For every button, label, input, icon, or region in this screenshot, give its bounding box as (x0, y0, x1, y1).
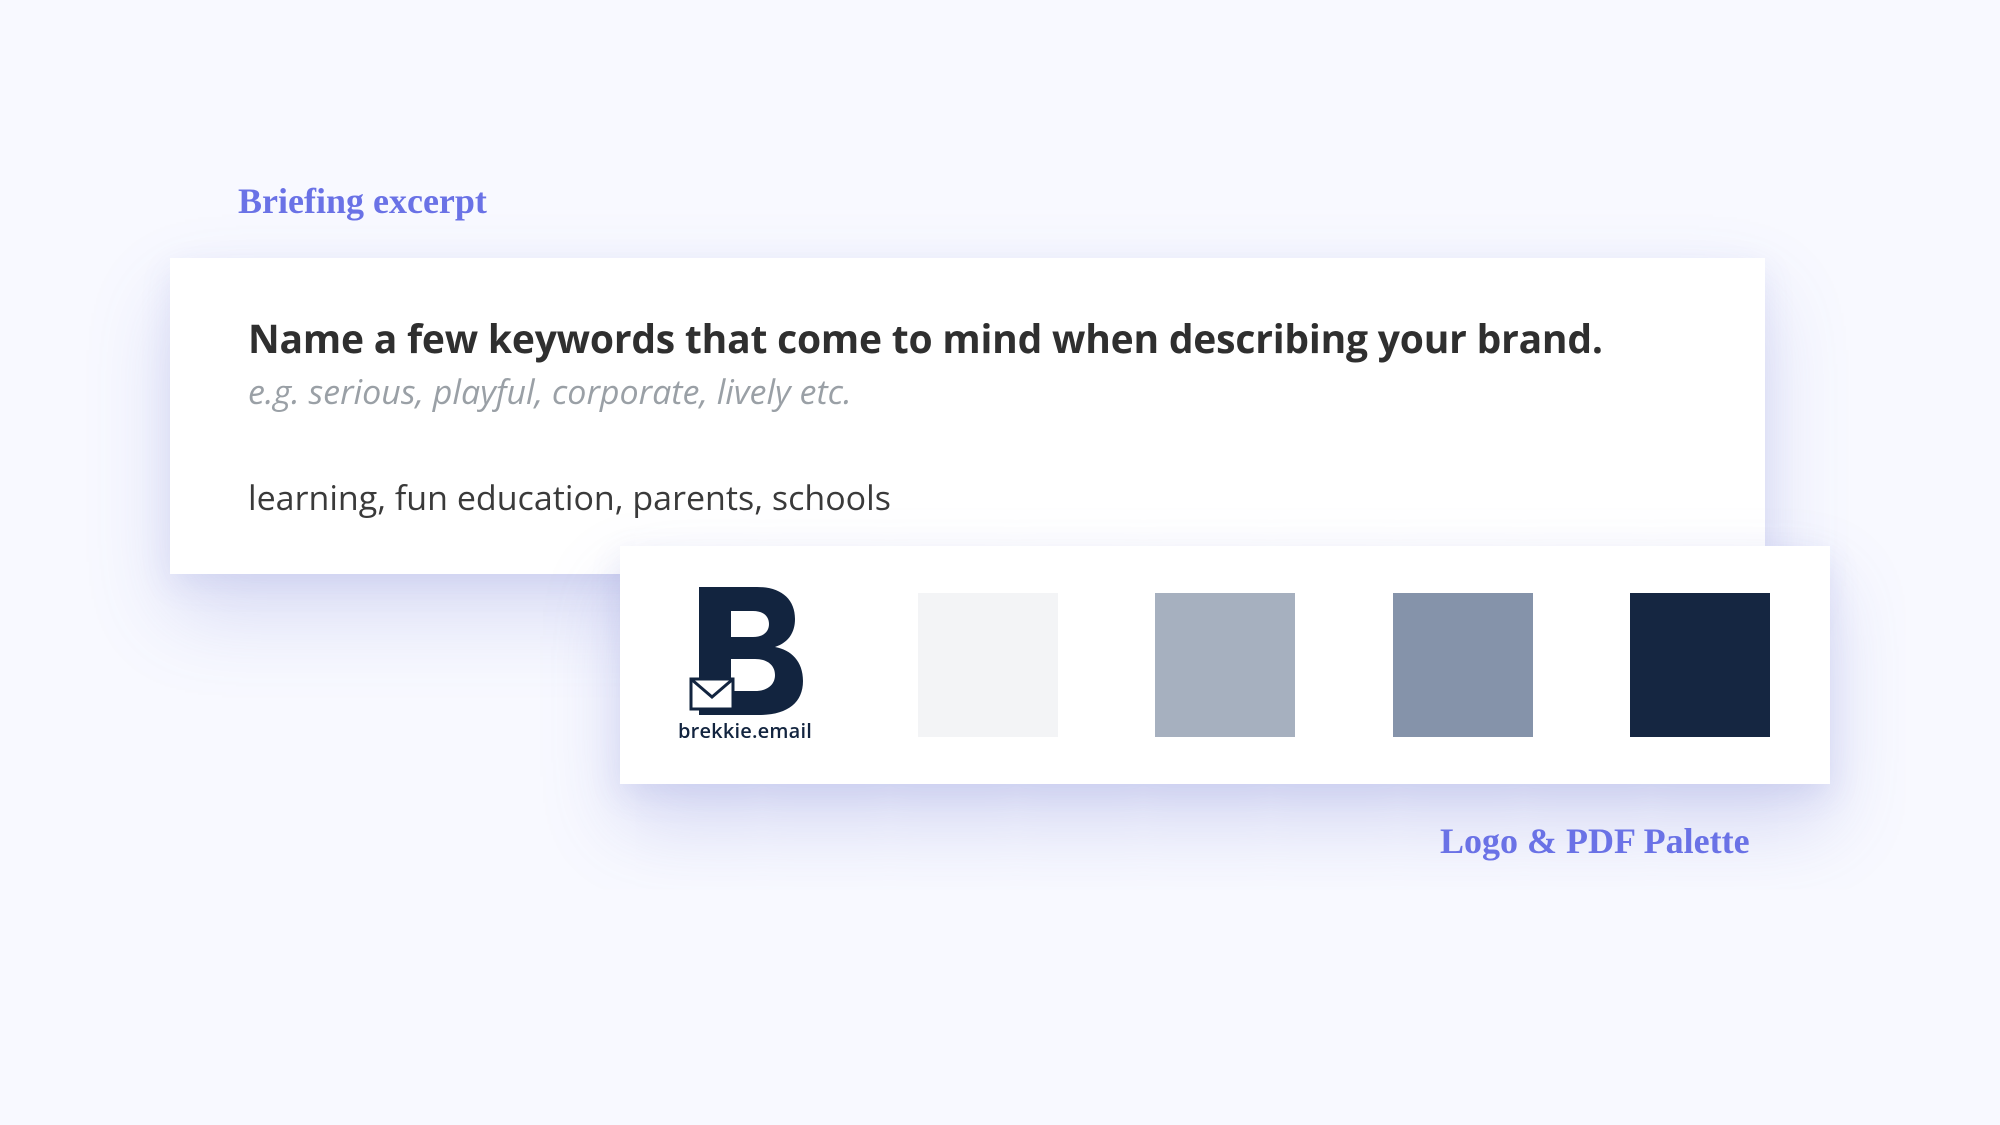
palette-section-label: Logo & PDF Palette (1440, 820, 1750, 862)
briefing-card: Name a few keywords that come to mind wh… (170, 258, 1765, 574)
palette-swatch-2 (1155, 593, 1295, 737)
envelope-icon (691, 679, 733, 709)
briefing-hint: e.g. serious, playful, corporate, lively… (248, 369, 1687, 413)
brand-logo: brekkie.email (670, 587, 820, 744)
briefing-question: Name a few keywords that come to mind wh… (248, 316, 1687, 363)
palette-swatch-4 (1630, 593, 1770, 737)
briefing-answer: learning, fun education, parents, school… (248, 475, 1687, 519)
palette-card: brekkie.email (620, 546, 1830, 784)
logo-text: brekkie.email (678, 717, 812, 744)
palette-swatch-3 (1393, 593, 1533, 737)
logo-b-icon (685, 587, 805, 715)
palette-swatch-1 (918, 593, 1058, 737)
briefing-section-label: Briefing excerpt (238, 180, 487, 222)
